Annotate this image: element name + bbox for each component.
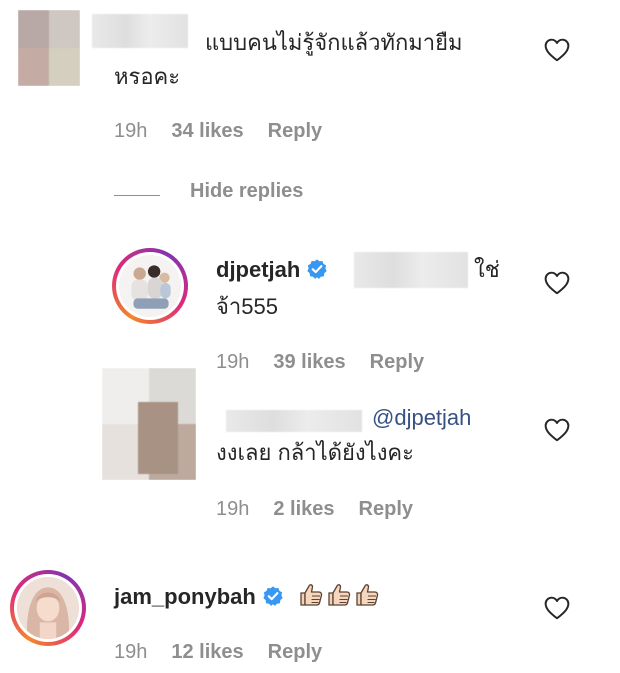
avatar-jam-ponybah[interactable] <box>10 570 86 646</box>
reply-time[interactable]: 19h <box>216 351 249 374</box>
bottom-comment-meta: 19h 12 likes Reply <box>114 641 322 664</box>
reply-likes[interactable]: 2 likes <box>273 498 334 521</box>
mention-link[interactable]: @djpetjah <box>372 405 471 430</box>
verified-badge-icon <box>307 259 327 279</box>
thumbs-up-emoji-group <box>298 582 382 618</box>
verified-badge-icon <box>263 586 283 606</box>
reply-meta: 19h 2 likes Reply <box>216 498 413 521</box>
redacted-username <box>92 14 188 48</box>
hide-replies-divider <box>114 195 160 196</box>
reply-likes[interactable]: 39 likes <box>273 351 345 374</box>
heart-outline-icon[interactable] <box>544 596 570 620</box>
reply-text-tail: ใช่ <box>474 257 500 282</box>
reply-text-line2: จ้า555 <box>216 294 278 319</box>
avatar-photo-jam-ponybah <box>17 577 79 639</box>
redacted-username <box>226 410 362 432</box>
redacted-mention <box>354 252 468 288</box>
heart-outline-icon[interactable] <box>544 418 570 442</box>
comment-time[interactable]: 19h <box>114 641 147 664</box>
reply-button[interactable]: Reply <box>359 498 413 521</box>
reply-line1: djpetjah <box>216 253 328 287</box>
comment-text-line2: หรอคะ <box>114 64 181 89</box>
thumbs-up-icon <box>356 584 379 606</box>
reply-meta: 19h 39 likes Reply <box>216 351 424 374</box>
heart-outline-icon[interactable] <box>544 38 570 62</box>
heart-outline-icon[interactable] <box>544 271 570 295</box>
username-djpetjah[interactable]: djpetjah <box>216 257 300 282</box>
avatar-photo-djpetjah <box>119 255 181 317</box>
username-jam-ponybah[interactable]: jam_ponybah <box>114 584 256 609</box>
hide-replies-button[interactable]: Hide replies <box>190 180 303 203</box>
comment-likes[interactable]: 34 likes <box>171 120 243 143</box>
thumbs-up-icon <box>328 584 351 606</box>
comments-panel: แบบคนไม่รู้จักแล้วทักมายืม หรอคะ 19h 34 … <box>0 0 620 673</box>
reply-button[interactable]: Reply <box>268 120 322 143</box>
reply-button[interactable]: Reply <box>268 641 322 664</box>
comment-text-line1: แบบคนไม่รู้จักแล้วทักมายืม <box>205 30 463 55</box>
avatar-djpetjah[interactable] <box>112 248 188 324</box>
comment-likes[interactable]: 12 likes <box>171 641 243 664</box>
bottom-comment-line: jam_ponybah <box>114 580 382 618</box>
reply-button[interactable]: Reply <box>370 351 424 374</box>
thumbs-up-icon <box>300 584 323 606</box>
reply-text-line2: งงเลย กล้าได้ยังไงคะ <box>216 440 414 465</box>
reply-time[interactable]: 19h <box>216 498 249 521</box>
reply-avatar-blurred-overlay <box>138 402 178 474</box>
comment-meta: 19h 34 likes Reply <box>114 120 322 143</box>
comment-time[interactable]: 19h <box>114 120 147 143</box>
reply-mention-line: @djpetjah <box>372 401 471 435</box>
comment-avatar-blurred[interactable] <box>18 10 80 86</box>
